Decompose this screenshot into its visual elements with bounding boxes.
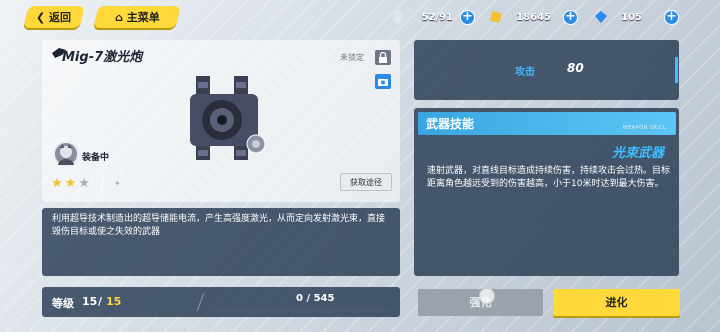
- attack-label: 攻击: [515, 67, 535, 78]
- weapon-model-image: [190, 76, 266, 160]
- stats-accent-bar: [675, 57, 678, 83]
- stats-panel: [414, 40, 679, 100]
- weapon-name: Mig-7激光炮: [62, 50, 143, 65]
- add-crystals-button[interactable]: +: [664, 10, 679, 25]
- back-button[interactable]: ❮ 返回: [23, 6, 85, 28]
- stamina-resource: 52/91: [391, 8, 453, 26]
- main-menu-button[interactable]: ⌂ 主菜单: [93, 6, 181, 28]
- star-separator: /: [99, 176, 105, 191]
- exp-progress-bar: [210, 309, 390, 312]
- star-empty-icon: ★: [78, 176, 90, 191]
- touch-indicator-icon: [479, 288, 495, 304]
- star-filled-icon: ★: [51, 176, 63, 191]
- star-max-icon: ✦: [114, 179, 121, 188]
- screen: ❮ 返回 ⌂ 主菜单 52/91 + 18645 + 105 + Mig-7激光…: [0, 0, 720, 332]
- home-icon: ⌂: [114, 11, 127, 24]
- lock-status: 未锁定: [340, 53, 364, 62]
- level-current: 15: [82, 295, 98, 308]
- coin-icon: [490, 11, 502, 23]
- coins-resource: 18645: [489, 8, 551, 26]
- star-filled-icon: ★: [64, 176, 77, 191]
- lock-icon: [379, 51, 387, 63]
- skill-header-title: 武器技能: [426, 117, 475, 131]
- add-stamina-button[interactable]: +: [460, 10, 475, 25]
- skill-header: 武器技能 WEAPON SKILL: [418, 112, 676, 135]
- stamina-icon: [392, 10, 404, 24]
- weapon-description: 利用超导技术制造出的超导储能电流，产生高强度激光，从而定向发射激光束，直接毁伤目…: [52, 214, 386, 237]
- character-portrait-icon: [58, 144, 74, 165]
- skill-description: 速射武器，对直线目标造成持续伤害，持续攻击会过热。目标距离角色越远受到的伤害越高…: [427, 166, 671, 189]
- skill-header-subtitle: WEAPON SKILL: [622, 125, 666, 131]
- star-rating: ★ ★ ★ / ✦: [51, 176, 121, 191]
- exp-value: 0 / 545: [296, 293, 335, 304]
- crystals-resource: 105: [594, 8, 642, 26]
- level-max: 15: [106, 295, 122, 308]
- level-separator: /: [98, 295, 103, 308]
- obtain-method-button[interactable]: 获取途径: [340, 173, 392, 191]
- attack-value: 80: [567, 61, 584, 75]
- character-avatar[interactable]: [53, 141, 79, 167]
- camera-button[interactable]: [375, 74, 391, 89]
- evolve-button[interactable]: 进化: [553, 289, 680, 316]
- back-chevron-icon: ❮: [36, 11, 50, 24]
- skill-name: 光束武器: [611, 146, 664, 161]
- crystal-icon: [595, 11, 607, 23]
- camera-icon: [378, 79, 388, 86]
- equip-status: 装备中: [82, 153, 110, 163]
- add-coins-button[interactable]: +: [563, 10, 578, 25]
- lock-button[interactable]: [375, 50, 391, 65]
- level-label: 等级: [52, 297, 74, 310]
